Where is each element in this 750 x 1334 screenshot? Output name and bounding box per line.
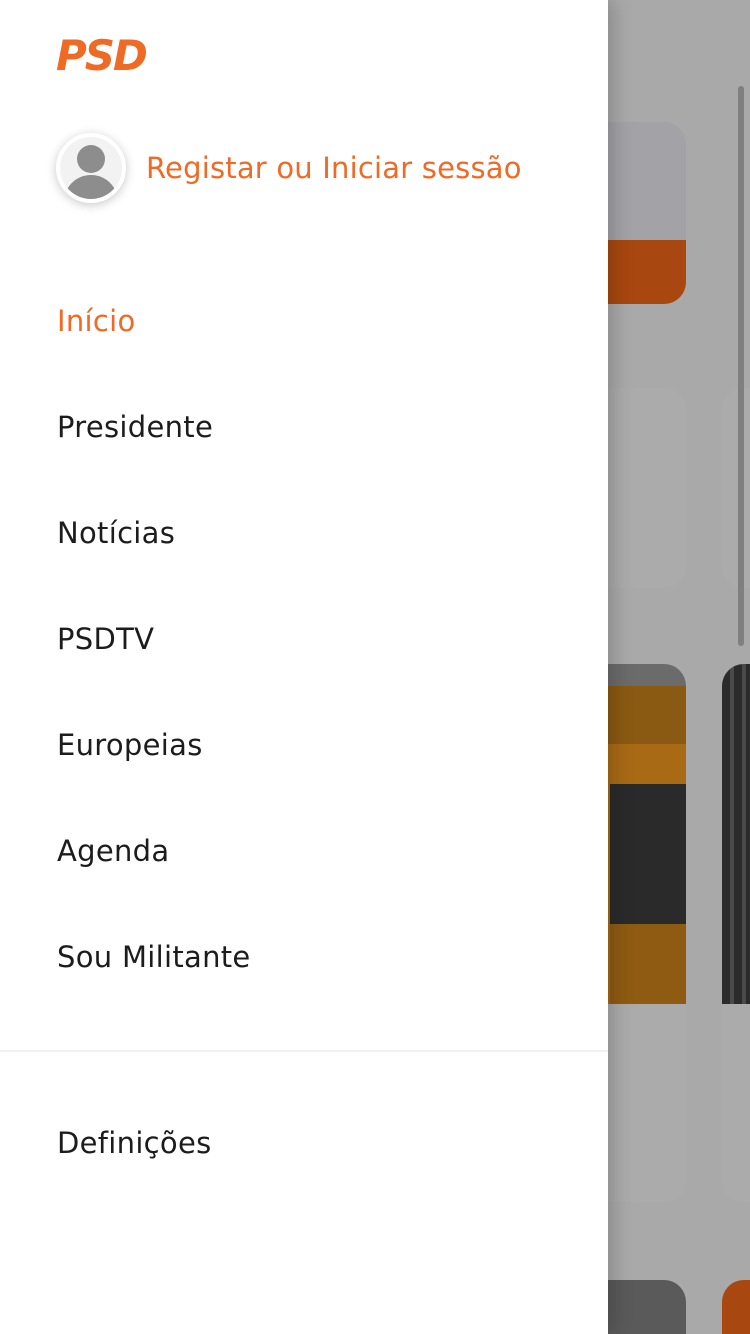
- user-avatar-icon: [56, 133, 126, 203]
- news-photo: [722, 664, 750, 1004]
- menu-item-inicio[interactable]: Início: [0, 268, 608, 374]
- menu-item-sou-militante[interactable]: Sou Militante: [0, 904, 608, 1010]
- menu-item-agenda[interactable]: Agenda: [0, 798, 608, 904]
- menu-item-presidente[interactable]: Presidente: [0, 374, 608, 480]
- scrollbar[interactable]: [738, 86, 744, 646]
- login-register-button[interactable]: Registar ou Iniciar sessão: [56, 132, 522, 204]
- avatar-head-shape: [77, 145, 105, 173]
- background-card: [722, 1280, 750, 1334]
- login-register-label: Registar ou Iniciar sessão: [146, 151, 522, 185]
- background-news-card: [722, 664, 750, 1202]
- avatar-shoulders-shape: [64, 175, 118, 199]
- drawer-menu: Início Presidente Notícias PSDTV Europei…: [0, 268, 608, 1010]
- menu-item-europeias[interactable]: Europeias: [0, 692, 608, 798]
- svg-text:PSD: PSD: [56, 34, 147, 74]
- psd-logo: PSD: [56, 34, 149, 74]
- menu-item-psdtv[interactable]: PSDTV: [0, 586, 608, 692]
- menu-divider: [0, 1050, 608, 1052]
- menu-item-definicoes[interactable]: Definições: [0, 1090, 608, 1196]
- background-tile: [722, 388, 750, 588]
- menu-item-noticias[interactable]: Notícias: [0, 480, 608, 586]
- navigation-drawer: PSD Registar ou Iniciar sessão Início Pr…: [0, 0, 608, 1334]
